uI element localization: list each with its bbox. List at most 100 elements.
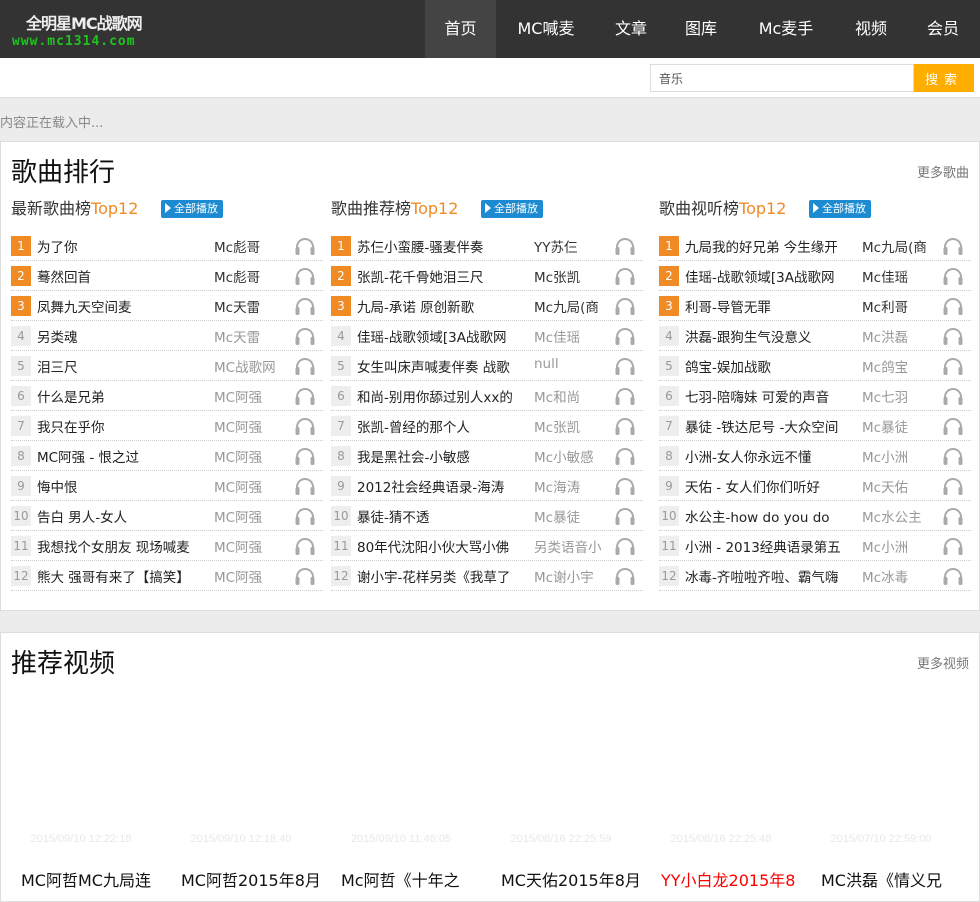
song-title-link[interactable]: 另类魂	[37, 326, 209, 346]
artist-link[interactable]: Mc小洲	[862, 536, 938, 556]
artist-link[interactable]: Mc利哥	[862, 296, 938, 316]
headphone-icon[interactable]	[614, 386, 636, 406]
artist-link[interactable]: Mc海涛	[534, 476, 610, 496]
song-title-link[interactable]: MC阿强 - 恨之过	[37, 446, 209, 466]
artist-link[interactable]: MC阿强	[214, 446, 290, 466]
nav-home[interactable]: 首页	[425, 0, 496, 58]
nav-articles[interactable]: 文章	[596, 0, 666, 58]
artist-link[interactable]: null	[534, 356, 610, 372]
artist-link[interactable]: MC阿强	[214, 536, 290, 556]
headphone-icon[interactable]	[294, 236, 316, 256]
artist-link[interactable]: MC阿强	[214, 476, 290, 496]
headphone-icon[interactable]	[294, 386, 316, 406]
headphone-icon[interactable]	[614, 476, 636, 496]
headphone-icon[interactable]	[942, 536, 964, 556]
nav-videos[interactable]: 视频	[836, 0, 906, 58]
video-title-link[interactable]: YY小白龙2015年8	[641, 867, 801, 891]
headphone-icon[interactable]	[942, 326, 964, 346]
artist-link[interactable]: Mc佳瑶	[862, 266, 938, 286]
artist-link[interactable]: YY苏仨	[534, 236, 610, 256]
song-title-link[interactable]: 什么是兄弟	[37, 386, 209, 406]
artist-link[interactable]: Mc和尚	[534, 386, 610, 406]
artist-link[interactable]: Mc彪哥	[214, 266, 290, 286]
video-title-link[interactable]: MC阿哲MC九局连	[1, 867, 161, 891]
artist-link[interactable]: Mc佳瑶	[534, 326, 610, 346]
song-title-link[interactable]: 九局我的好兄弟 今生缘开	[685, 236, 857, 256]
song-title-link[interactable]: 我只在乎你	[37, 416, 209, 436]
headphone-icon[interactable]	[942, 356, 964, 376]
nav-mc-singers[interactable]: Mc麦手	[736, 0, 836, 58]
headphone-icon[interactable]	[942, 236, 964, 256]
artist-link[interactable]: Mc暴徒	[534, 506, 610, 526]
headphone-icon[interactable]	[294, 356, 316, 376]
headphone-icon[interactable]	[294, 296, 316, 316]
artist-link[interactable]: MC阿强	[214, 566, 290, 586]
headphone-icon[interactable]	[614, 506, 636, 526]
headphone-icon[interactable]	[942, 506, 964, 526]
play-all-button[interactable]: 全部播放	[161, 200, 223, 218]
artist-link[interactable]: Mc冰毒	[862, 566, 938, 586]
headphone-icon[interactable]	[294, 476, 316, 496]
song-title-link[interactable]: 九局-承诺 原创新歌	[357, 296, 529, 316]
artist-link[interactable]: Mc天雷	[214, 326, 290, 346]
artist-link[interactable]: Mc彪哥	[214, 236, 290, 256]
video-title-link[interactable]: MC洪磊《情义兄	[801, 867, 961, 891]
video-title-link[interactable]: MC天佑2015年8月	[481, 867, 641, 891]
artist-link[interactable]: MC阿强	[214, 506, 290, 526]
artist-link[interactable]: Mc谢小宇	[534, 566, 610, 586]
nav-gallery[interactable]: 图库	[666, 0, 736, 58]
song-title-link[interactable]: 为了你	[37, 236, 209, 256]
song-title-link[interactable]: 我想找个女朋友 现场喊麦	[37, 536, 209, 556]
song-title-link[interactable]: 张凯-花千骨她泪三尺	[357, 266, 529, 286]
video-title-link[interactable]: Mc阿哲《十年之	[321, 867, 481, 891]
headphone-icon[interactable]	[614, 416, 636, 436]
headphone-icon[interactable]	[614, 536, 636, 556]
headphone-icon[interactable]	[294, 446, 316, 466]
song-title-link[interactable]: 天佑 - 女人们你们听好	[685, 476, 857, 496]
headphone-icon[interactable]	[614, 446, 636, 466]
song-title-link[interactable]: 张凯-曾经的那个人	[357, 416, 529, 436]
song-title-link[interactable]: 凤舞九天空间麦	[37, 296, 209, 316]
song-title-link[interactable]: 蓦然回首	[37, 266, 209, 286]
artist-link[interactable]: Mc七羽	[862, 386, 938, 406]
song-title-link[interactable]: 洪磊-跟狗生气没意义	[685, 326, 857, 346]
artist-link[interactable]: MC阿强	[214, 386, 290, 406]
song-title-link[interactable]: 和尚-别用你舔过别人xx的	[357, 386, 529, 406]
search-input[interactable]	[650, 64, 914, 92]
nav-members[interactable]: 会员	[906, 0, 980, 58]
nav-mc-hanmai[interactable]: MC喊麦	[496, 0, 596, 58]
song-title-link[interactable]: 熊大 强哥有来了【搞笑】	[37, 566, 209, 586]
song-title-link[interactable]: 暴徒-猜不透	[357, 506, 529, 526]
song-title-link[interactable]: 佳瑶-战歌领域[3A战歌网	[357, 326, 529, 346]
song-title-link[interactable]: 暴徒 -铁达尼号 -大众空间	[685, 416, 857, 436]
headphone-icon[interactable]	[942, 446, 964, 466]
artist-link[interactable]: Mc暴徒	[862, 416, 938, 436]
song-title-link[interactable]: 小洲-女人你永远不懂	[685, 446, 857, 466]
more-videos-link[interactable]: 更多视频	[917, 653, 969, 672]
song-title-link[interactable]: 小洲 - 2013经典语录第五	[685, 536, 857, 556]
artist-link[interactable]: Mc小洲	[862, 446, 938, 466]
song-title-link[interactable]: 泪三尺	[37, 356, 209, 376]
play-all-button[interactable]: 全部播放	[809, 200, 871, 218]
song-title-link[interactable]: 苏仨小蛮腰-骚麦伴奏	[357, 236, 529, 256]
artist-link[interactable]: Mc天佑	[862, 476, 938, 496]
headphone-icon[interactable]	[942, 566, 964, 586]
play-all-button[interactable]: 全部播放	[481, 200, 543, 218]
artist-link[interactable]: Mc九局(商	[534, 296, 610, 316]
headphone-icon[interactable]	[614, 236, 636, 256]
artist-link[interactable]: Mc鸽宝	[862, 356, 938, 376]
artist-link[interactable]: Mc洪磊	[862, 326, 938, 346]
headphone-icon[interactable]	[294, 326, 316, 346]
artist-link[interactable]: MC阿强	[214, 416, 290, 436]
headphone-icon[interactable]	[942, 266, 964, 286]
headphone-icon[interactable]	[942, 416, 964, 436]
headphone-icon[interactable]	[614, 566, 636, 586]
song-title-link[interactable]: 2012社会经典语录-海涛	[357, 476, 529, 496]
headphone-icon[interactable]	[614, 266, 636, 286]
song-title-link[interactable]: 谢小宇-花样另类《我草了	[357, 566, 529, 586]
headphone-icon[interactable]	[294, 506, 316, 526]
artist-link[interactable]: MC战歌网	[214, 356, 290, 376]
artist-link[interactable]: Mc张凯	[534, 266, 610, 286]
artist-link[interactable]: Mc水公主	[862, 506, 938, 526]
artist-link[interactable]: Mc天雷	[214, 296, 290, 316]
